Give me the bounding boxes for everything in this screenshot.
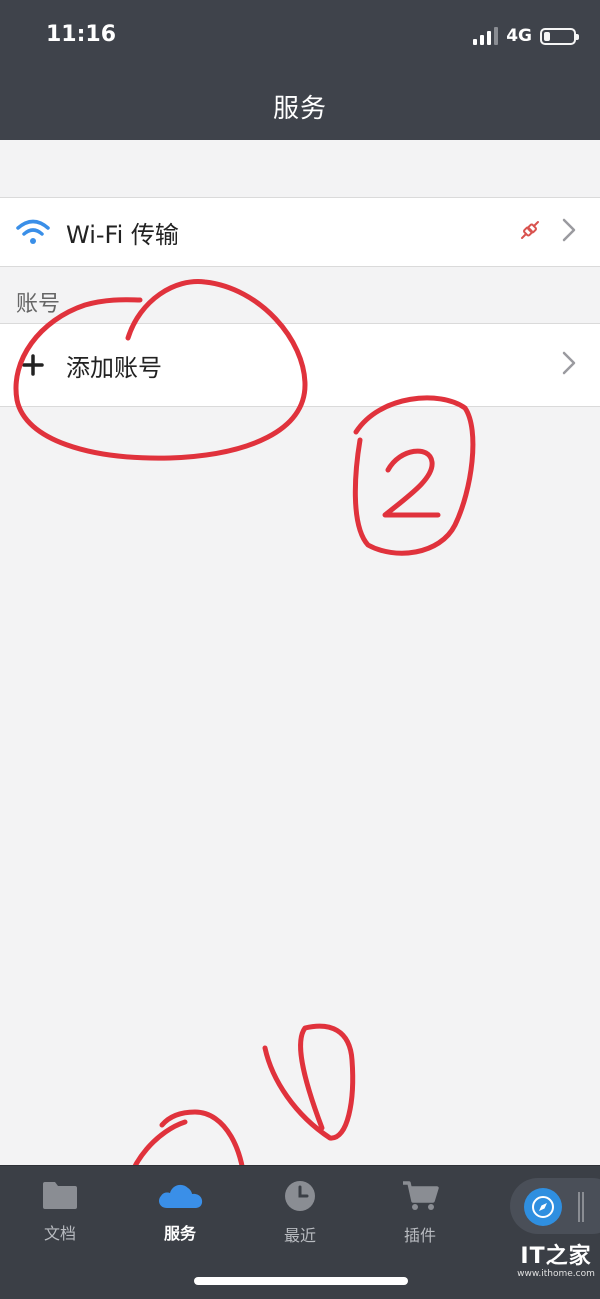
handdrawn-annotations: [13, 279, 476, 1253]
tab-plugins-label: 插件: [403, 1226, 436, 1245]
tab-documents[interactable]: 文档: [10, 1180, 110, 1244]
nav-bar: 服务: [0, 72, 600, 140]
page-title: 服务: [272, 93, 327, 124]
watermark-logo: IT之家: [520, 1244, 592, 1269]
plus-icon: [0, 354, 66, 376]
annotation-number-two: [352, 395, 476, 556]
annotation-number-one: [262, 1023, 356, 1141]
wifi-transfer-label: Wi-Fi 传输: [66, 220, 179, 249]
watermark-url: www.ithome.com: [517, 1269, 595, 1279]
drag-handle-icon[interactable]: [578, 1192, 584, 1222]
clock-icon: [284, 1180, 316, 1216]
compass-icon[interactable]: [524, 1188, 562, 1226]
status-indicators: 4G: [473, 26, 579, 46]
cloud-icon: [155, 1180, 205, 1214]
tab-plugins[interactable]: 插件: [370, 1180, 470, 1246]
accounts-section-header: 账号: [16, 292, 61, 317]
wifi-icon: [0, 218, 66, 246]
tab-services[interactable]: 服务: [130, 1180, 230, 1244]
folder-icon: [41, 1180, 79, 1214]
network-type: 4G: [506, 26, 532, 46]
watermark: IT之家 www.ithome.com: [516, 1244, 596, 1280]
tab-recent[interactable]: 最近: [250, 1180, 350, 1246]
tab-documents-label: 文档: [43, 1224, 76, 1243]
add-account-row[interactable]: 添加账号: [0, 323, 600, 407]
battery-icon: [540, 27, 579, 45]
disconnected-plug-icon: [518, 218, 542, 246]
add-account-label: 添加账号: [66, 353, 162, 382]
home-indicator[interactable]: [194, 1277, 408, 1285]
cart-icon: [401, 1180, 439, 1216]
chevron-right-icon: [562, 351, 576, 379]
status-time: 11:16: [46, 22, 117, 47]
chevron-right-icon: [562, 218, 576, 246]
tab-services-label: 服务: [163, 1224, 196, 1243]
tab-recent-label: 最近: [283, 1226, 316, 1245]
wifi-transfer-row[interactable]: Wi-Fi 传输: [0, 197, 600, 267]
signal-icon: [473, 27, 499, 45]
status-bar: 11:16 4G: [0, 0, 600, 72]
